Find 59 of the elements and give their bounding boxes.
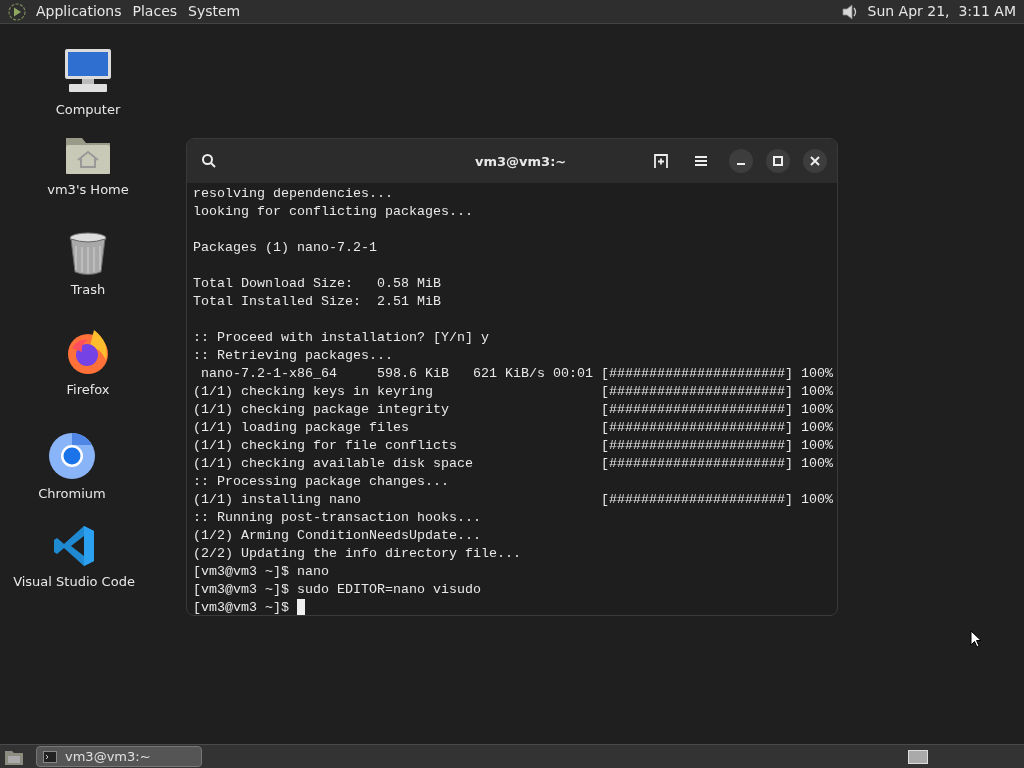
- percent-text: 100%: [800, 419, 833, 437]
- terminal-line: :: Running post-transaction hooks...: [193, 509, 481, 527]
- progress-bar-text: [######################]: [601, 437, 793, 455]
- minimize-icon[interactable]: [736, 163, 746, 165]
- icon-label[interactable]: Chromium: [38, 484, 106, 504]
- icon-label[interactable]: Computer: [55, 100, 121, 120]
- terminal-line: (1/1) checking for file conflicts: [193, 437, 458, 455]
- terminal-line: looking for conflicting packages...: [193, 203, 473, 221]
- close-button[interactable]: [803, 149, 827, 173]
- icon-label[interactable]: Trash: [70, 280, 106, 300]
- maximize-icon[interactable]: [773, 156, 783, 166]
- icon-label[interactable]: Firefox: [66, 380, 110, 400]
- icon-label[interactable]: Visual Studio Code: [13, 572, 135, 592]
- terminal-line: (1/1) checking available disk space: [193, 455, 474, 473]
- progress-bar-text: [######################]: [601, 491, 793, 509]
- progress-bar-text: [######################]: [601, 455, 793, 473]
- terminal-line: Packages (1) nano-7.2-1: [193, 239, 377, 257]
- progress-bar-text: [######################]: [601, 401, 793, 419]
- close-icon[interactable]: [810, 156, 820, 166]
- text-cursor: [297, 599, 305, 615]
- progress-bar-text: [######################]: [601, 365, 793, 383]
- terminal-line: (1/1) checking keys in keyring: [193, 383, 434, 401]
- maximize-button[interactable]: [766, 149, 790, 173]
- pointer-icon: [970, 630, 982, 648]
- terminal-line: (1/1) loading package files: [193, 419, 410, 437]
- terminal-icon[interactable]: [43, 750, 57, 763]
- progress-bar-text: [######################]: [601, 383, 793, 401]
- terminal-line: (1/1) checking package integrity: [193, 401, 450, 419]
- terminal-line: (2/2) Updating the info directory file...: [193, 545, 521, 563]
- percent-text: 100%: [800, 491, 833, 509]
- window-title: vm3@vm3:~: [475, 153, 567, 171]
- menu-icon[interactable]: [694, 155, 708, 167]
- menu-item[interactable]: System: [184, 1, 245, 22]
- terminal-line: resolving dependencies...: [193, 185, 393, 203]
- prompt-text: [vm3@vm3 ~]$: [193, 599, 289, 615]
- terminal-line: nano-7.2-1-x86_64 598.6 KiB 621 KiB/s 00:01: [200, 365, 594, 383]
- terminal-line: :: Retrieving packages...: [193, 347, 393, 365]
- terminal-line: [vm3@vm3 ~]$ sudo EDITOR=nano visudo: [193, 581, 481, 599]
- terminal-line: :: Processing package changes...: [193, 473, 449, 491]
- terminal-line: (1/2) Arming ConditionNeedsUpdate...: [193, 527, 481, 545]
- terminal-line: (1/1) installing nano: [193, 491, 362, 509]
- terminal-line: Total Download Size: 0.58 MiB: [193, 275, 441, 293]
- icon-label[interactable]: vm3's Home: [47, 180, 129, 200]
- percent-text: 100%: [800, 455, 833, 473]
- menu-item[interactable]: Places: [128, 1, 182, 22]
- percent-text: 100%: [800, 383, 833, 401]
- menu-item[interactable]: Applications: [32, 1, 126, 22]
- minimize-button[interactable]: [729, 149, 753, 173]
- terminal-line: :: Proceed with installation? [Y/n] y: [193, 329, 489, 347]
- workspace-switcher[interactable]: [908, 749, 928, 764]
- percent-text: 100%: [800, 365, 833, 383]
- terminal-line: [vm3@vm3 ~]$ nano: [193, 563, 329, 581]
- menu-logo-icon[interactable]: [8, 2, 26, 21]
- terminal-line: Total Installed Size: 2.51 MiB: [193, 293, 441, 311]
- progress-bar-text: [######################]: [601, 419, 793, 437]
- taskbar-button[interactable]: vm3@vm3:~: [36, 746, 202, 767]
- percent-text: 100%: [800, 437, 833, 455]
- percent-text: 100%: [800, 401, 833, 419]
- clock[interactable]: Sun Apr 21, 3:11 AM: [867, 1, 1016, 22]
